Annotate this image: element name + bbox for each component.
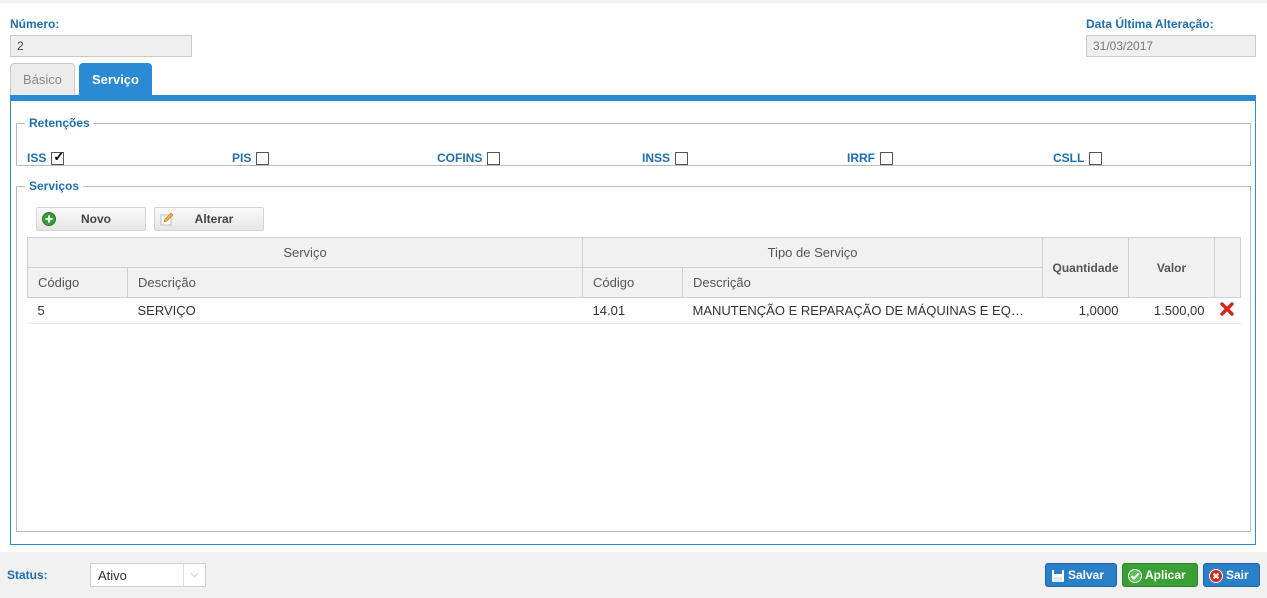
retencao-irrf[interactable]: IRRF	[847, 151, 893, 165]
retencao-inss-checkbox[interactable]	[675, 151, 689, 165]
cell-tipo-codigo: 14.01	[582, 297, 683, 324]
retencao-iss-checkbox[interactable]: ✓	[51, 148, 65, 165]
header-servico: Serviço	[26, 237, 584, 268]
retencao-csll-label: CSLL	[1053, 151, 1085, 165]
header-tipo-descricao[interactable]: Descrição	[682, 267, 1044, 298]
data-alteracao-label: Data Última Alteração:	[1086, 17, 1214, 31]
header-valor[interactable]: Valor	[1128, 237, 1216, 298]
aplicar-button-label: Aplicar	[1145, 568, 1186, 582]
servicos-legend: Serviços	[29, 179, 80, 193]
header-actions	[1214, 237, 1242, 298]
check-icon	[1128, 569, 1142, 583]
header-tipo-servico: Tipo de Serviço	[582, 237, 1044, 268]
retencao-pis[interactable]: PIS	[232, 151, 270, 165]
tab-basico[interactable]: Básico	[10, 63, 76, 95]
status-label: Status:	[7, 568, 48, 582]
retencao-cofins-checkbox[interactable]	[487, 151, 501, 165]
sair-button[interactable]: Sair	[1203, 563, 1260, 587]
retencao-pis-checkbox[interactable]	[256, 151, 270, 165]
retencao-inss-label: INSS	[642, 151, 671, 165]
retencao-cofins-label: COFINS	[437, 151, 483, 165]
floppy-disk-icon	[1052, 570, 1064, 582]
numero-label: Número:	[10, 17, 60, 31]
cell-codigo: 5	[27, 297, 128, 324]
data-alteracao-field[interactable]: 31/03/2017	[1086, 35, 1256, 57]
delete-x-icon[interactable]	[1219, 301, 1235, 317]
novo-button[interactable]: Novo	[36, 207, 146, 231]
cell-descricao: SERVIÇO	[127, 297, 583, 324]
cell-delete[interactable]	[1214, 297, 1241, 324]
table-row[interactable]: 5 SERVIÇO 14.01 MANUTENÇÃO E REPARAÇÃO D…	[27, 297, 1241, 324]
header-quantidade[interactable]: Quantidade	[1042, 237, 1130, 298]
header-tipo-codigo[interactable]: Código	[582, 267, 684, 298]
add-circle-icon	[42, 212, 56, 226]
retencao-irrf-checkbox[interactable]	[880, 151, 893, 165]
sair-button-label: Sair	[1226, 568, 1249, 582]
check-icon: ✓	[53, 148, 65, 164]
cell-quantidade: 1,0000	[1042, 297, 1129, 324]
servicos-table: Serviço Tipo de Serviço Quantidade Valor…	[26, 237, 1242, 324]
header-descricao[interactable]: Descrição	[126, 267, 584, 298]
retencao-iss-label: ISS	[27, 151, 47, 165]
retencao-inss[interactable]: INSS	[642, 151, 689, 165]
exit-icon	[1209, 569, 1223, 583]
retencao-csll-checkbox[interactable]	[1089, 151, 1103, 165]
retencao-cofins[interactable]: COFINS	[437, 151, 501, 165]
retencoes-legend: Retenções	[29, 116, 90, 130]
alterar-button[interactable]: Alterar	[154, 207, 264, 231]
pencil-icon	[160, 212, 174, 226]
aplicar-button[interactable]: Aplicar	[1122, 563, 1198, 587]
chevron-down-icon: ⌵	[183, 564, 205, 586]
retencao-csll[interactable]: CSLL	[1053, 151, 1103, 165]
retencao-iss[interactable]: ISS ✓	[27, 148, 65, 165]
retencao-irrf-label: IRRF	[847, 151, 875, 165]
retencao-pis-label: PIS	[232, 151, 252, 165]
salvar-button-label: Salvar	[1068, 568, 1105, 582]
cell-tipo-descricao: MANUTENÇÃO E REPARAÇÃO DE MÁQUINAS E EQU…	[682, 297, 1043, 324]
salvar-button[interactable]: Salvar	[1045, 563, 1117, 587]
retencoes-fieldset: Retenções ISS ✓ PIS COFINS INSS IRRF CSL…	[16, 116, 1251, 166]
header-codigo[interactable]: Código	[27, 267, 128, 298]
tab-servico-content: Retenções ISS ✓ PIS COFINS INSS IRRF CSL…	[10, 95, 1256, 545]
tab-servico[interactable]: Serviço	[79, 63, 152, 95]
status-select-value: Ativo	[98, 568, 127, 583]
cell-valor: 1.500,00	[1128, 297, 1215, 324]
status-select[interactable]: Ativo ⌵	[90, 563, 206, 587]
numero-field[interactable]: 2	[10, 35, 192, 57]
servicos-fieldset: Serviços Novo Alterar Serviço Tipo de Se…	[16, 179, 1251, 532]
